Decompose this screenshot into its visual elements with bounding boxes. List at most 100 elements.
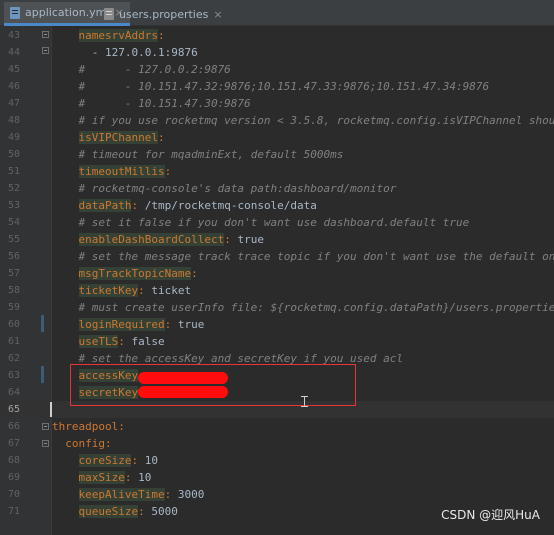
comment-text: use xyxy=(436,250,456,263)
code-line[interactable]: 47 # - 10.151.47.30:9876 xyxy=(0,95,554,112)
code-text: config: xyxy=(52,435,111,452)
comment-text: # - 127.0.0.2:9876 xyxy=(52,63,231,76)
close-icon[interactable]: × xyxy=(213,8,222,21)
code-line[interactable]: 55 enableDashBoardCollect: true xyxy=(0,231,554,248)
line-number: 64 xyxy=(7,387,20,398)
value-text xyxy=(52,488,79,501)
code-text: ticketKey: ticket xyxy=(52,282,191,299)
value-text xyxy=(52,29,79,42)
code-text: threadpool: xyxy=(52,418,125,435)
code-line[interactable]: 44 - 127.0.0.1:9876 xyxy=(0,44,554,61)
code-line[interactable]: 67 config: xyxy=(0,435,554,452)
value-text: true xyxy=(230,233,264,246)
code-line[interactable]: 52 # rocketmq-console's data path:dashbo… xyxy=(0,180,554,197)
code-text: dataPath: /tmp/rocketmq-console/data xyxy=(52,197,317,214)
code-text: # - 10.151.47.30:9876 xyxy=(52,95,251,112)
code-line[interactable]: 49 isVIPChannel: xyxy=(0,129,554,146)
code-line[interactable]: 43 namesrvAddrs: xyxy=(0,27,554,44)
code-line[interactable]: 69 maxSize: 10 xyxy=(0,469,554,486)
code-editor[interactable]: 43 namesrvAddrs: 44 - 127.0.0.1:9876 45 # … xyxy=(0,26,554,535)
code-line[interactable]: 48 # if you use rocketmq version < 3.5.8… xyxy=(0,112,554,129)
line-number: 43 xyxy=(7,30,20,41)
code-text: queueSize: 5000 xyxy=(52,503,178,520)
line-number: 44 xyxy=(7,47,20,58)
tab-label: users.properties xyxy=(119,7,209,21)
yaml-key: maxSize xyxy=(78,471,125,484)
line-number: 59 xyxy=(7,302,20,313)
code-text: - 127.0.0.1:9876 xyxy=(52,44,198,61)
line-number: 62 xyxy=(7,353,20,364)
yaml-key: ticketKey xyxy=(78,284,139,297)
yaml-key: pool xyxy=(91,420,119,433)
properties-file-icon xyxy=(104,8,114,20)
value-text: ticket xyxy=(144,284,192,297)
yaml-key: : xyxy=(138,505,145,518)
line-number: 50 xyxy=(7,149,20,160)
line-number: 57 xyxy=(7,268,20,279)
fold-toggle-icon[interactable] xyxy=(42,423,49,430)
change-marker xyxy=(41,315,44,332)
code-line[interactable]: 50 # timeout for mqadminExt, default 500… xyxy=(0,146,554,163)
value-text: 5000 xyxy=(144,505,178,518)
fold-toggle-icon[interactable] xyxy=(42,31,49,38)
code-text: msgTrackTopicName: xyxy=(52,265,198,282)
line-number: 68 xyxy=(7,455,20,466)
line-number: 60 xyxy=(7,319,20,330)
code-line[interactable]: 70 keepAliveTime: 3000 xyxy=(0,486,554,503)
code-text: coreSize: 10 xyxy=(52,452,158,469)
fold-toggle-icon[interactable] xyxy=(42,47,49,54)
yaml-key: coreSize xyxy=(78,454,132,467)
line-number: 49 xyxy=(7,132,20,143)
yaml-key: queueSize xyxy=(78,505,139,518)
yaml-key: : xyxy=(157,131,165,144)
code-line[interactable]: 46 # - 10.151.47.32:9876;10.151.47.33:98… xyxy=(0,78,554,95)
code-line[interactable]: 60 loginRequired: true xyxy=(0,316,554,333)
code-line[interactable]: 68 coreSize: 10 xyxy=(0,452,554,469)
value-text xyxy=(52,318,79,331)
value-text xyxy=(52,471,79,484)
code-line[interactable]: 61 useTLS: false xyxy=(0,333,554,350)
line-number: 47 xyxy=(7,98,20,109)
line-number: 71 xyxy=(7,506,20,517)
tab-label: application.yml xyxy=(25,6,110,19)
code-line[interactable]: 58 ticketKey: ticket xyxy=(0,282,554,299)
yaml-key: enableDashBoardCollect xyxy=(78,233,225,246)
yaml-key: : xyxy=(191,267,198,280)
tab-users-properties[interactable]: users.properties × xyxy=(98,2,229,26)
change-marker xyxy=(41,366,44,383)
code-text: # rocketmq-console's data path:dashboard… xyxy=(52,180,396,197)
code-line[interactable]: 56 # set the message track trace topic i… xyxy=(0,248,554,265)
value-text xyxy=(52,233,79,246)
code-text: keepAliveTime: 3000 xyxy=(52,486,204,503)
comment-text: # - 10.151.47.30:9876 xyxy=(52,97,251,110)
line-number: 56 xyxy=(7,251,20,262)
code-text: # must create userInfo file: ${rocketmq.… xyxy=(52,299,554,316)
code-line[interactable]: 51 timeoutMillis: xyxy=(0,163,554,180)
value-text: false xyxy=(124,335,165,348)
line-number: 51 xyxy=(7,166,20,177)
yaml-key: timeoutMillis xyxy=(78,165,165,178)
code-line[interactable]: 57 msgTrackTopicName: xyxy=(0,265,554,282)
line-number: 69 xyxy=(7,472,20,483)
line-number: 55 xyxy=(7,234,20,245)
fold-toggle-icon[interactable] xyxy=(42,440,49,447)
comment-text: use xyxy=(297,216,317,229)
line-number: 52 xyxy=(7,183,20,194)
yaml-key: msgTrackTopicName xyxy=(78,267,192,280)
value-text xyxy=(52,284,79,297)
comment-text: # set it false if you don't want xyxy=(52,216,298,229)
line-number: 48 xyxy=(7,115,20,126)
line-number: 67 xyxy=(7,438,20,449)
code-line[interactable]: 66 threadpool: xyxy=(0,418,554,435)
code-line[interactable]: 54 # set it false if you don't want use … xyxy=(0,214,554,231)
code-text: # if you use rocketmq version < 3.5.8, r… xyxy=(52,112,554,129)
value-text: 10 xyxy=(131,471,152,484)
comment-text: # set the message track trace topic if y… xyxy=(52,250,437,263)
code-line[interactable]: 59 # must create userInfo file: ${rocket… xyxy=(0,299,554,316)
editor-tab-bar: application.yml × users.properties × xyxy=(0,0,554,26)
value-text xyxy=(52,335,79,348)
value-text xyxy=(52,454,79,467)
value-text xyxy=(52,199,79,212)
code-line[interactable]: 45 # - 127.0.0.2:9876 xyxy=(0,61,554,78)
code-line[interactable]: 53 dataPath: /tmp/rocketmq-console/data xyxy=(0,197,554,214)
